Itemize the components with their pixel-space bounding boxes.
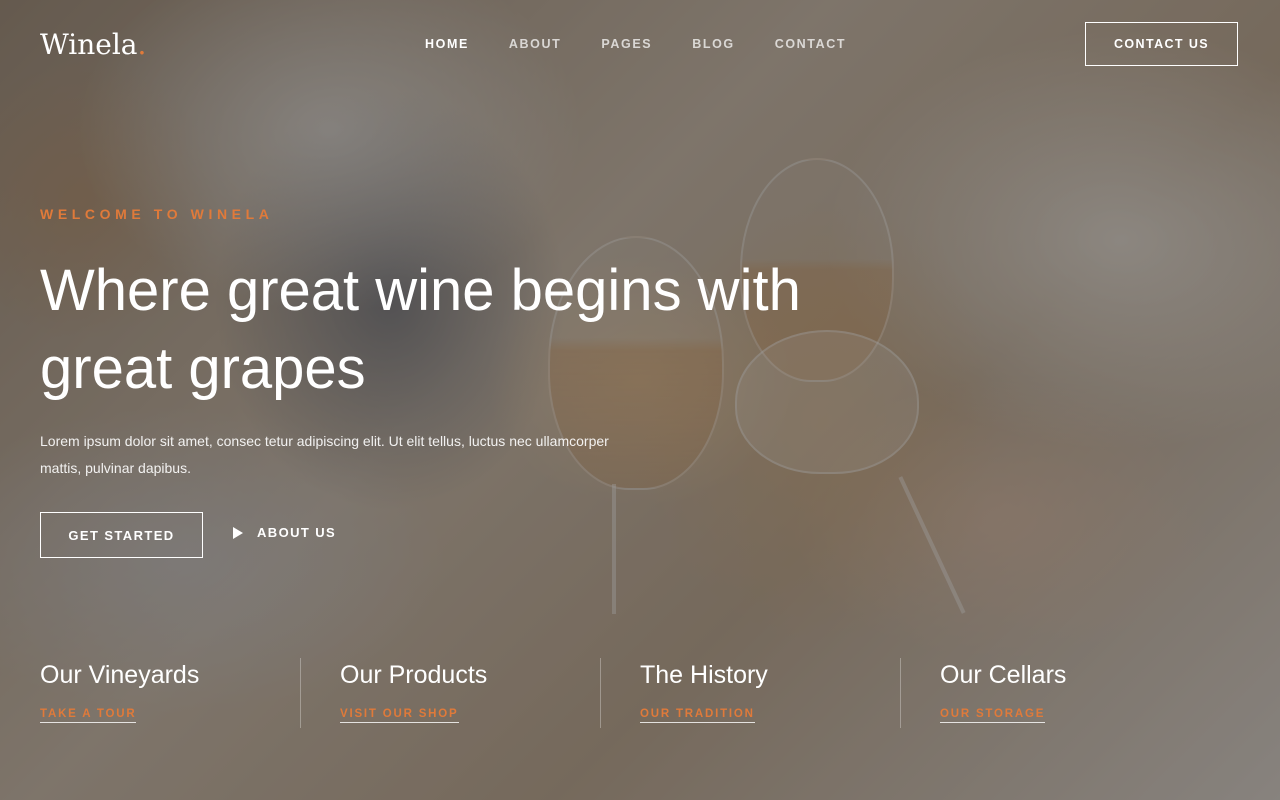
hero-description: Lorem ipsum dolor sit amet, consec tetur… [40,433,609,476]
nav-item-home[interactable]: HOME [425,37,469,51]
get-started-button[interactable]: GET STARTED [40,512,203,558]
feature-link-visit-shop[interactable]: VISIT OUR SHOP [340,708,459,723]
nav-item-blog[interactable]: BLOG [692,37,735,51]
feature-link-our-storage[interactable]: OUR STORAGE [940,708,1046,723]
nav-item-about[interactable]: ABOUT [509,37,561,51]
main-menu: HOME ABOUT PAGES BLOG CONTACT [425,37,886,51]
features-row: Our Vineyards TAKE A TOUR Our Products V… [0,658,1280,730]
nav-item-pages[interactable]: PAGES [601,37,652,51]
feature-vineyards: Our Vineyards TAKE A TOUR [40,658,300,728]
site-logo[interactable]: Winela. [40,28,146,61]
top-navigation: Winela. HOME ABOUT PAGES BLOG CONTACT CO… [0,0,1280,88]
logo-dot: . [137,28,147,61]
logo-text: Winela [40,28,138,61]
hero-title: Where great wine begins with great grape… [40,258,801,401]
contact-us-button[interactable]: CONTACT US [1085,22,1238,66]
feature-divider [900,658,901,728]
feature-title: Our Vineyards [40,661,200,689]
feature-divider [600,658,601,728]
feature-cellars: Our Cellars OUR STORAGE [940,658,1200,728]
hero-section: Winela. HOME ABOUT PAGES BLOG CONTACT CO… [0,0,1280,800]
feature-title: Our Cellars [940,661,1067,689]
feature-link-our-tradition[interactable]: OUR TRADITION [640,708,755,723]
hero-eyebrow: WELCOME TO WINELA [40,206,274,222]
feature-title: The History [640,661,768,689]
nav-item-contact[interactable]: CONTACT [775,37,846,51]
feature-divider [300,658,301,728]
feature-products: Our Products VISIT OUR SHOP [340,658,600,728]
about-us-label: ABOUT US [257,525,337,540]
feature-title: Our Products [340,661,488,689]
feature-link-take-a-tour[interactable]: TAKE A TOUR [40,708,137,723]
feature-history: The History OUR TRADITION [640,658,900,728]
about-us-button[interactable]: ABOUT US [233,525,336,540]
play-icon [233,526,243,539]
